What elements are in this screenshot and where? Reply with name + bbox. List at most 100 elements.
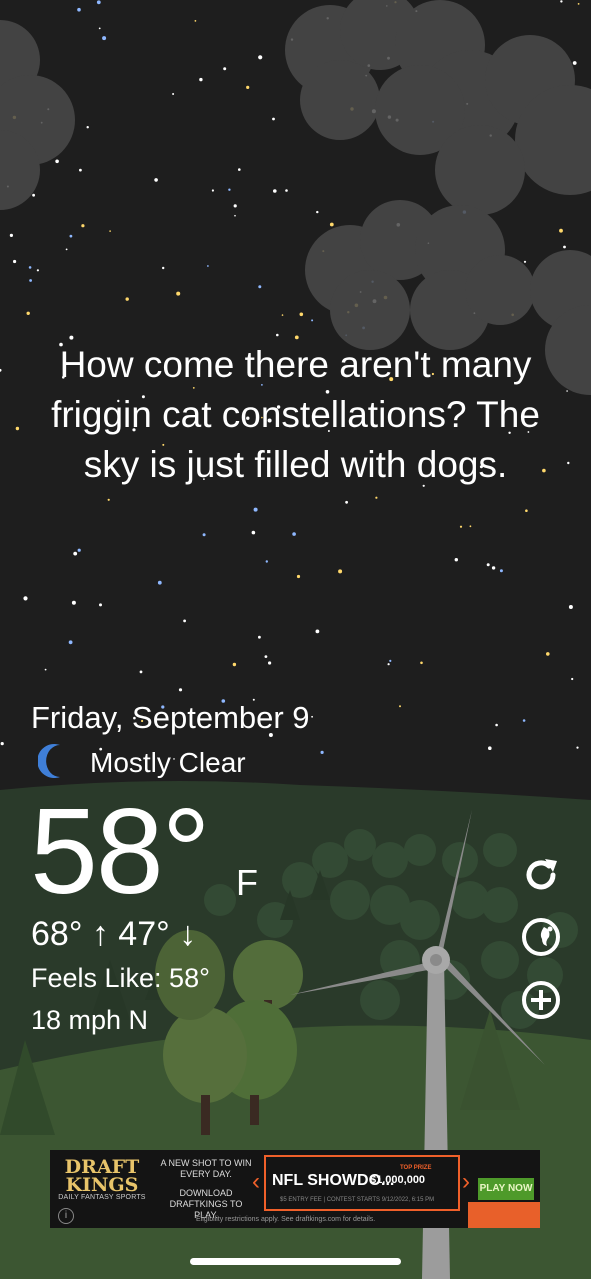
star — [253, 507, 258, 512]
star — [99, 603, 102, 607]
star — [311, 319, 314, 322]
star — [139, 670, 143, 674]
contest-box[interactable]: NFL SHOWDO... TOP PRIZE $1,000,000 $5 EN… — [264, 1155, 460, 1211]
star — [522, 719, 526, 722]
star — [258, 55, 263, 60]
star — [109, 230, 111, 232]
star — [36, 269, 40, 272]
star — [285, 189, 288, 192]
weather-condition: Mostly Clear — [37, 743, 246, 784]
home-indicator[interactable] — [190, 1258, 401, 1265]
star — [491, 566, 496, 570]
star — [273, 189, 277, 193]
star — [276, 333, 279, 337]
star — [264, 655, 268, 658]
star — [86, 126, 89, 129]
star — [15, 426, 20, 431]
star — [13, 259, 17, 264]
star — [399, 705, 401, 708]
globe-button[interactable] — [519, 915, 563, 959]
star — [238, 168, 241, 171]
feels-like: Feels Like: 58° — [31, 963, 210, 993]
star — [571, 677, 574, 681]
play-now-button[interactable]: PLAY NOW — [478, 1178, 534, 1200]
star — [488, 746, 492, 750]
star — [568, 605, 573, 609]
star — [157, 580, 162, 585]
star — [576, 746, 579, 749]
star — [102, 36, 107, 41]
star — [546, 652, 550, 656]
star — [495, 723, 498, 727]
crescent-moon-icon — [37, 743, 70, 784]
star — [69, 234, 73, 238]
add-icon — [522, 981, 560, 1019]
star — [292, 532, 296, 536]
star — [232, 662, 237, 667]
star — [107, 498, 110, 501]
star — [154, 178, 158, 182]
temperature-unit[interactable]: F — [236, 862, 258, 904]
star — [69, 335, 74, 340]
star — [23, 596, 28, 601]
quote-text: How come there aren't many friggin cat c… — [51, 344, 540, 485]
star — [162, 266, 165, 270]
star — [199, 77, 203, 82]
globe-icon — [522, 918, 560, 956]
star — [44, 668, 47, 671]
star — [563, 245, 566, 249]
star — [178, 688, 183, 692]
date-label: Friday, September 9 — [31, 700, 310, 735]
star — [81, 224, 85, 228]
star — [0, 742, 4, 746]
star — [265, 560, 268, 563]
star — [459, 525, 463, 528]
star — [228, 188, 231, 191]
current-temperature: 58° — [30, 783, 210, 919]
high-low-temperature: 68° ↑ 47° ↓ — [31, 915, 197, 953]
ad-info-icon[interactable]: i — [58, 1208, 74, 1224]
ad-banner[interactable]: DRAFT KINGS DAILY FANTASY SPORTS i A NEW… — [50, 1150, 540, 1228]
ad-eligibility-text: Eligibility restrictions apply. See draf… — [196, 1216, 376, 1223]
star — [65, 248, 68, 251]
star — [560, 0, 563, 3]
star — [523, 260, 527, 263]
star — [207, 265, 209, 267]
star — [311, 715, 313, 718]
refresh-button[interactable] — [519, 853, 563, 897]
star — [281, 314, 284, 316]
star — [26, 311, 30, 315]
star — [572, 61, 577, 65]
star — [246, 85, 250, 89]
star — [258, 635, 261, 639]
star — [420, 661, 423, 665]
star — [176, 291, 181, 296]
star — [77, 7, 81, 12]
star — [486, 563, 490, 567]
chevron-left-icon[interactable]: ‹ — [252, 1168, 260, 1196]
star — [202, 533, 206, 537]
star — [98, 27, 101, 30]
star — [525, 509, 528, 512]
star — [251, 530, 256, 535]
star — [454, 558, 458, 562]
star — [183, 619, 187, 623]
star — [499, 569, 503, 573]
star — [389, 659, 392, 663]
star — [233, 204, 237, 208]
star — [172, 93, 175, 95]
wind-speed: 18 mph N — [31, 1005, 149, 1035]
star — [315, 629, 320, 634]
star — [338, 569, 343, 574]
star — [320, 750, 324, 755]
add-location-button[interactable] — [519, 978, 563, 1022]
star — [469, 525, 472, 528]
star — [194, 20, 197, 22]
star — [375, 496, 378, 499]
star — [96, 0, 101, 5]
star — [234, 214, 236, 217]
chevron-right-icon[interactable]: › — [462, 1168, 470, 1196]
star — [294, 335, 299, 340]
star — [211, 189, 214, 192]
star — [125, 297, 129, 301]
